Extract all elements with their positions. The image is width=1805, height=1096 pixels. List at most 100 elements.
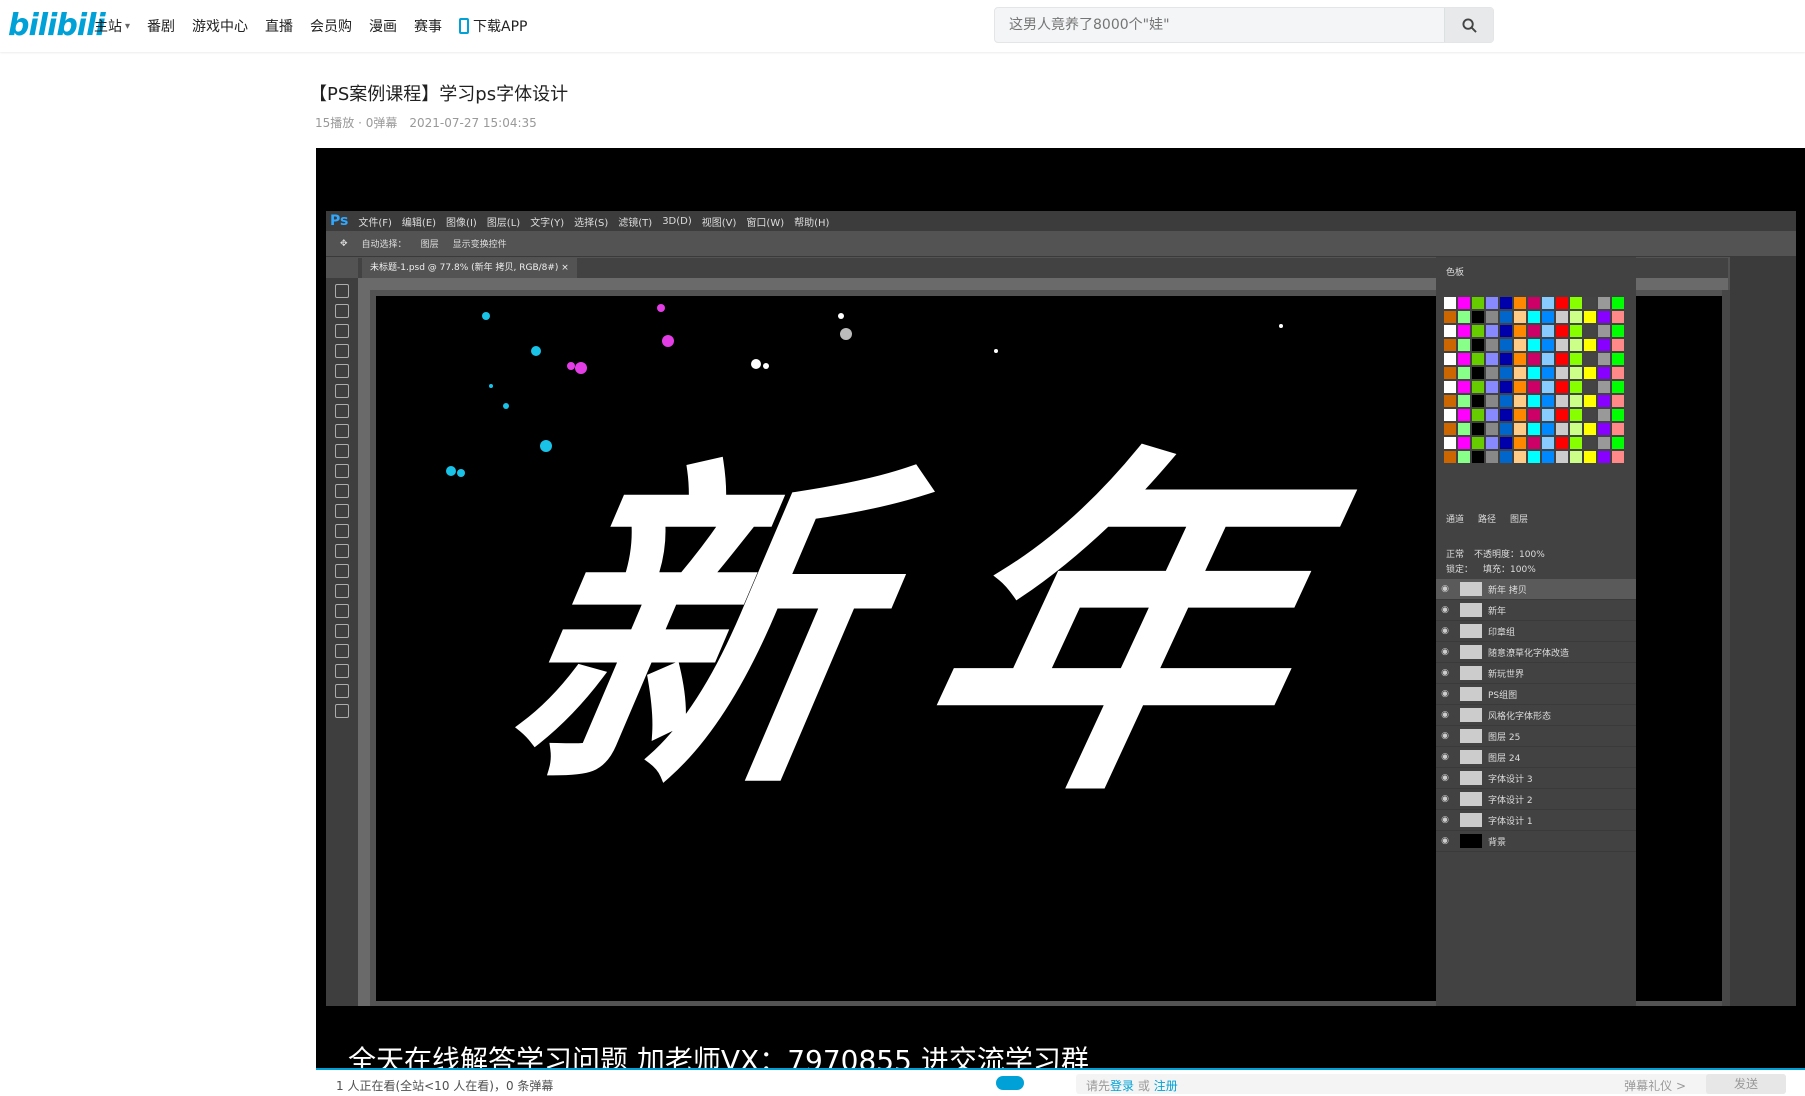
- nav-shop[interactable]: 会员购: [310, 16, 352, 36]
- video-meta: 15播放 · 0弹幕 2021-07-27 15:04:35: [315, 114, 537, 131]
- tool-icon: [335, 424, 349, 438]
- tab-channels: 通道: [1446, 515, 1465, 525]
- color-swatch: [1472, 409, 1484, 421]
- nav-manga[interactable]: 漫画: [369, 16, 397, 36]
- color-swatch: [1486, 353, 1498, 365]
- color-swatch: [1486, 409, 1498, 421]
- color-swatch: [1514, 367, 1526, 379]
- nav-download-app[interactable]: 下载APP: [459, 16, 528, 36]
- tool-icon: [335, 564, 349, 578]
- color-swatch: [1458, 297, 1470, 309]
- color-swatch: [1584, 353, 1596, 365]
- color-swatch: [1584, 339, 1596, 351]
- layer-name: 背景: [1488, 837, 1507, 848]
- color-swatch: [1472, 395, 1484, 407]
- layer-name: 图层 25: [1488, 732, 1521, 743]
- layer-row: ◉ 背景: [1436, 831, 1636, 852]
- color-swatch: [1458, 353, 1470, 365]
- register-link[interactable]: 注册: [1154, 1079, 1178, 1093]
- video-player[interactable]: Ps 文件(F) 编辑(E) 图像(I) 图层(L) 文字(Y) 选择(S) 滤…: [316, 148, 1805, 1068]
- ps-menu-item: 3D(D): [662, 215, 692, 227]
- color-swatch: [1570, 423, 1582, 435]
- nav-main-site[interactable]: 主站 ▾: [94, 16, 130, 36]
- color-swatch: [1612, 353, 1624, 365]
- color-swatch: [1542, 451, 1554, 463]
- color-swatch: [1528, 325, 1540, 337]
- nav-esports[interactable]: 赛事: [414, 16, 442, 36]
- layer-name: 字体设计 3: [1488, 774, 1533, 785]
- color-swatch: [1542, 353, 1554, 365]
- color-swatch: [1500, 395, 1512, 407]
- eye-icon: ◉: [1441, 836, 1449, 846]
- nav-game-center[interactable]: 游戏中心: [192, 16, 248, 36]
- color-swatch: [1500, 353, 1512, 365]
- eye-icon: ◉: [1441, 626, 1449, 636]
- search-button[interactable]: [1444, 8, 1493, 42]
- color-swatch: [1542, 325, 1554, 337]
- danmaku-input[interactable]: 请先登录 或 注册 弹幕礼仪 > 发送: [1076, 1074, 1786, 1094]
- color-swatch: [1472, 325, 1484, 337]
- color-swatch: [1528, 409, 1540, 421]
- color-swatch: [1612, 381, 1624, 393]
- layer-name: 新年 拷贝: [1488, 585, 1527, 596]
- layer-row: ◉ 风格化字体形态: [1436, 705, 1636, 726]
- tool-icon: [335, 684, 349, 698]
- swatch-grid: [1444, 297, 1624, 463]
- player-bottom-bar: 1 人正在看(全站<10 人在看)，0 条弹幕 请先登录 或 注册 弹幕礼仪 >…: [316, 1068, 1805, 1096]
- ps-canvas-scrollbar: [1722, 290, 1730, 1006]
- send-button[interactable]: 发送: [1706, 1074, 1786, 1094]
- layer-row: ◉ 字体设计 1: [1436, 810, 1636, 831]
- tool-icon: [335, 284, 349, 298]
- layer-thumbnail: [1460, 771, 1482, 785]
- bilibili-logo[interactable]: bilibili: [8, 8, 106, 43]
- opacity: 不透明度：100%: [1474, 550, 1545, 560]
- layer-row: ◉ 新年 拷贝: [1436, 579, 1636, 600]
- tool-icon: [335, 464, 349, 478]
- ps-side-icons: [1730, 257, 1796, 1006]
- color-swatch: [1472, 437, 1484, 449]
- layer-thumbnail: [1460, 792, 1482, 806]
- search-input[interactable]: [995, 8, 1441, 42]
- color-swatch: [1542, 297, 1554, 309]
- nav-live[interactable]: 直播: [265, 16, 293, 36]
- input-prefix: 请先: [1086, 1079, 1111, 1093]
- color-swatch: [1556, 353, 1568, 365]
- eye-icon: ◉: [1441, 584, 1449, 594]
- layer-thumbnail: [1460, 666, 1482, 680]
- eye-icon: ◉: [1441, 794, 1449, 804]
- nav-anime[interactable]: 番剧: [147, 16, 175, 36]
- eye-icon: ◉: [1441, 710, 1449, 720]
- color-swatch: [1598, 297, 1610, 309]
- danmaku-etiquette-link[interactable]: 弹幕礼仪 >: [1624, 1077, 1686, 1094]
- layer-name: PS组图: [1488, 690, 1518, 701]
- color-swatch: [1514, 395, 1526, 407]
- color-swatch: [1472, 339, 1484, 351]
- color-swatch: [1598, 395, 1610, 407]
- layer-row: ◉ 图层 25: [1436, 726, 1636, 747]
- color-swatch: [1444, 437, 1456, 449]
- color-swatch: [1458, 395, 1470, 407]
- tool-icon: [335, 324, 349, 338]
- color-swatch: [1542, 423, 1554, 435]
- danmaku-toggle[interactable]: [996, 1076, 1024, 1090]
- color-swatch: [1542, 311, 1554, 323]
- tool-icon: [335, 524, 349, 538]
- layer-thumbnail: [1460, 624, 1482, 638]
- color-swatch: [1472, 367, 1484, 379]
- lock-label: 锁定：: [1446, 565, 1474, 575]
- layer-row: ◉ PS组图: [1436, 684, 1636, 705]
- color-swatch: [1612, 297, 1624, 309]
- login-link[interactable]: 登录: [1110, 1079, 1134, 1093]
- color-swatch: [1472, 451, 1484, 463]
- color-swatch: [1472, 423, 1484, 435]
- color-swatch: [1486, 395, 1498, 407]
- color-swatch: [1486, 339, 1498, 351]
- color-swatch: [1472, 311, 1484, 323]
- layer-name: 新年: [1488, 606, 1507, 617]
- color-swatch: [1556, 311, 1568, 323]
- chevron-down-icon: ▾: [125, 20, 131, 32]
- eye-icon: ◉: [1441, 668, 1449, 678]
- color-swatch: [1542, 339, 1554, 351]
- color-swatch: [1612, 437, 1624, 449]
- color-swatch: [1598, 367, 1610, 379]
